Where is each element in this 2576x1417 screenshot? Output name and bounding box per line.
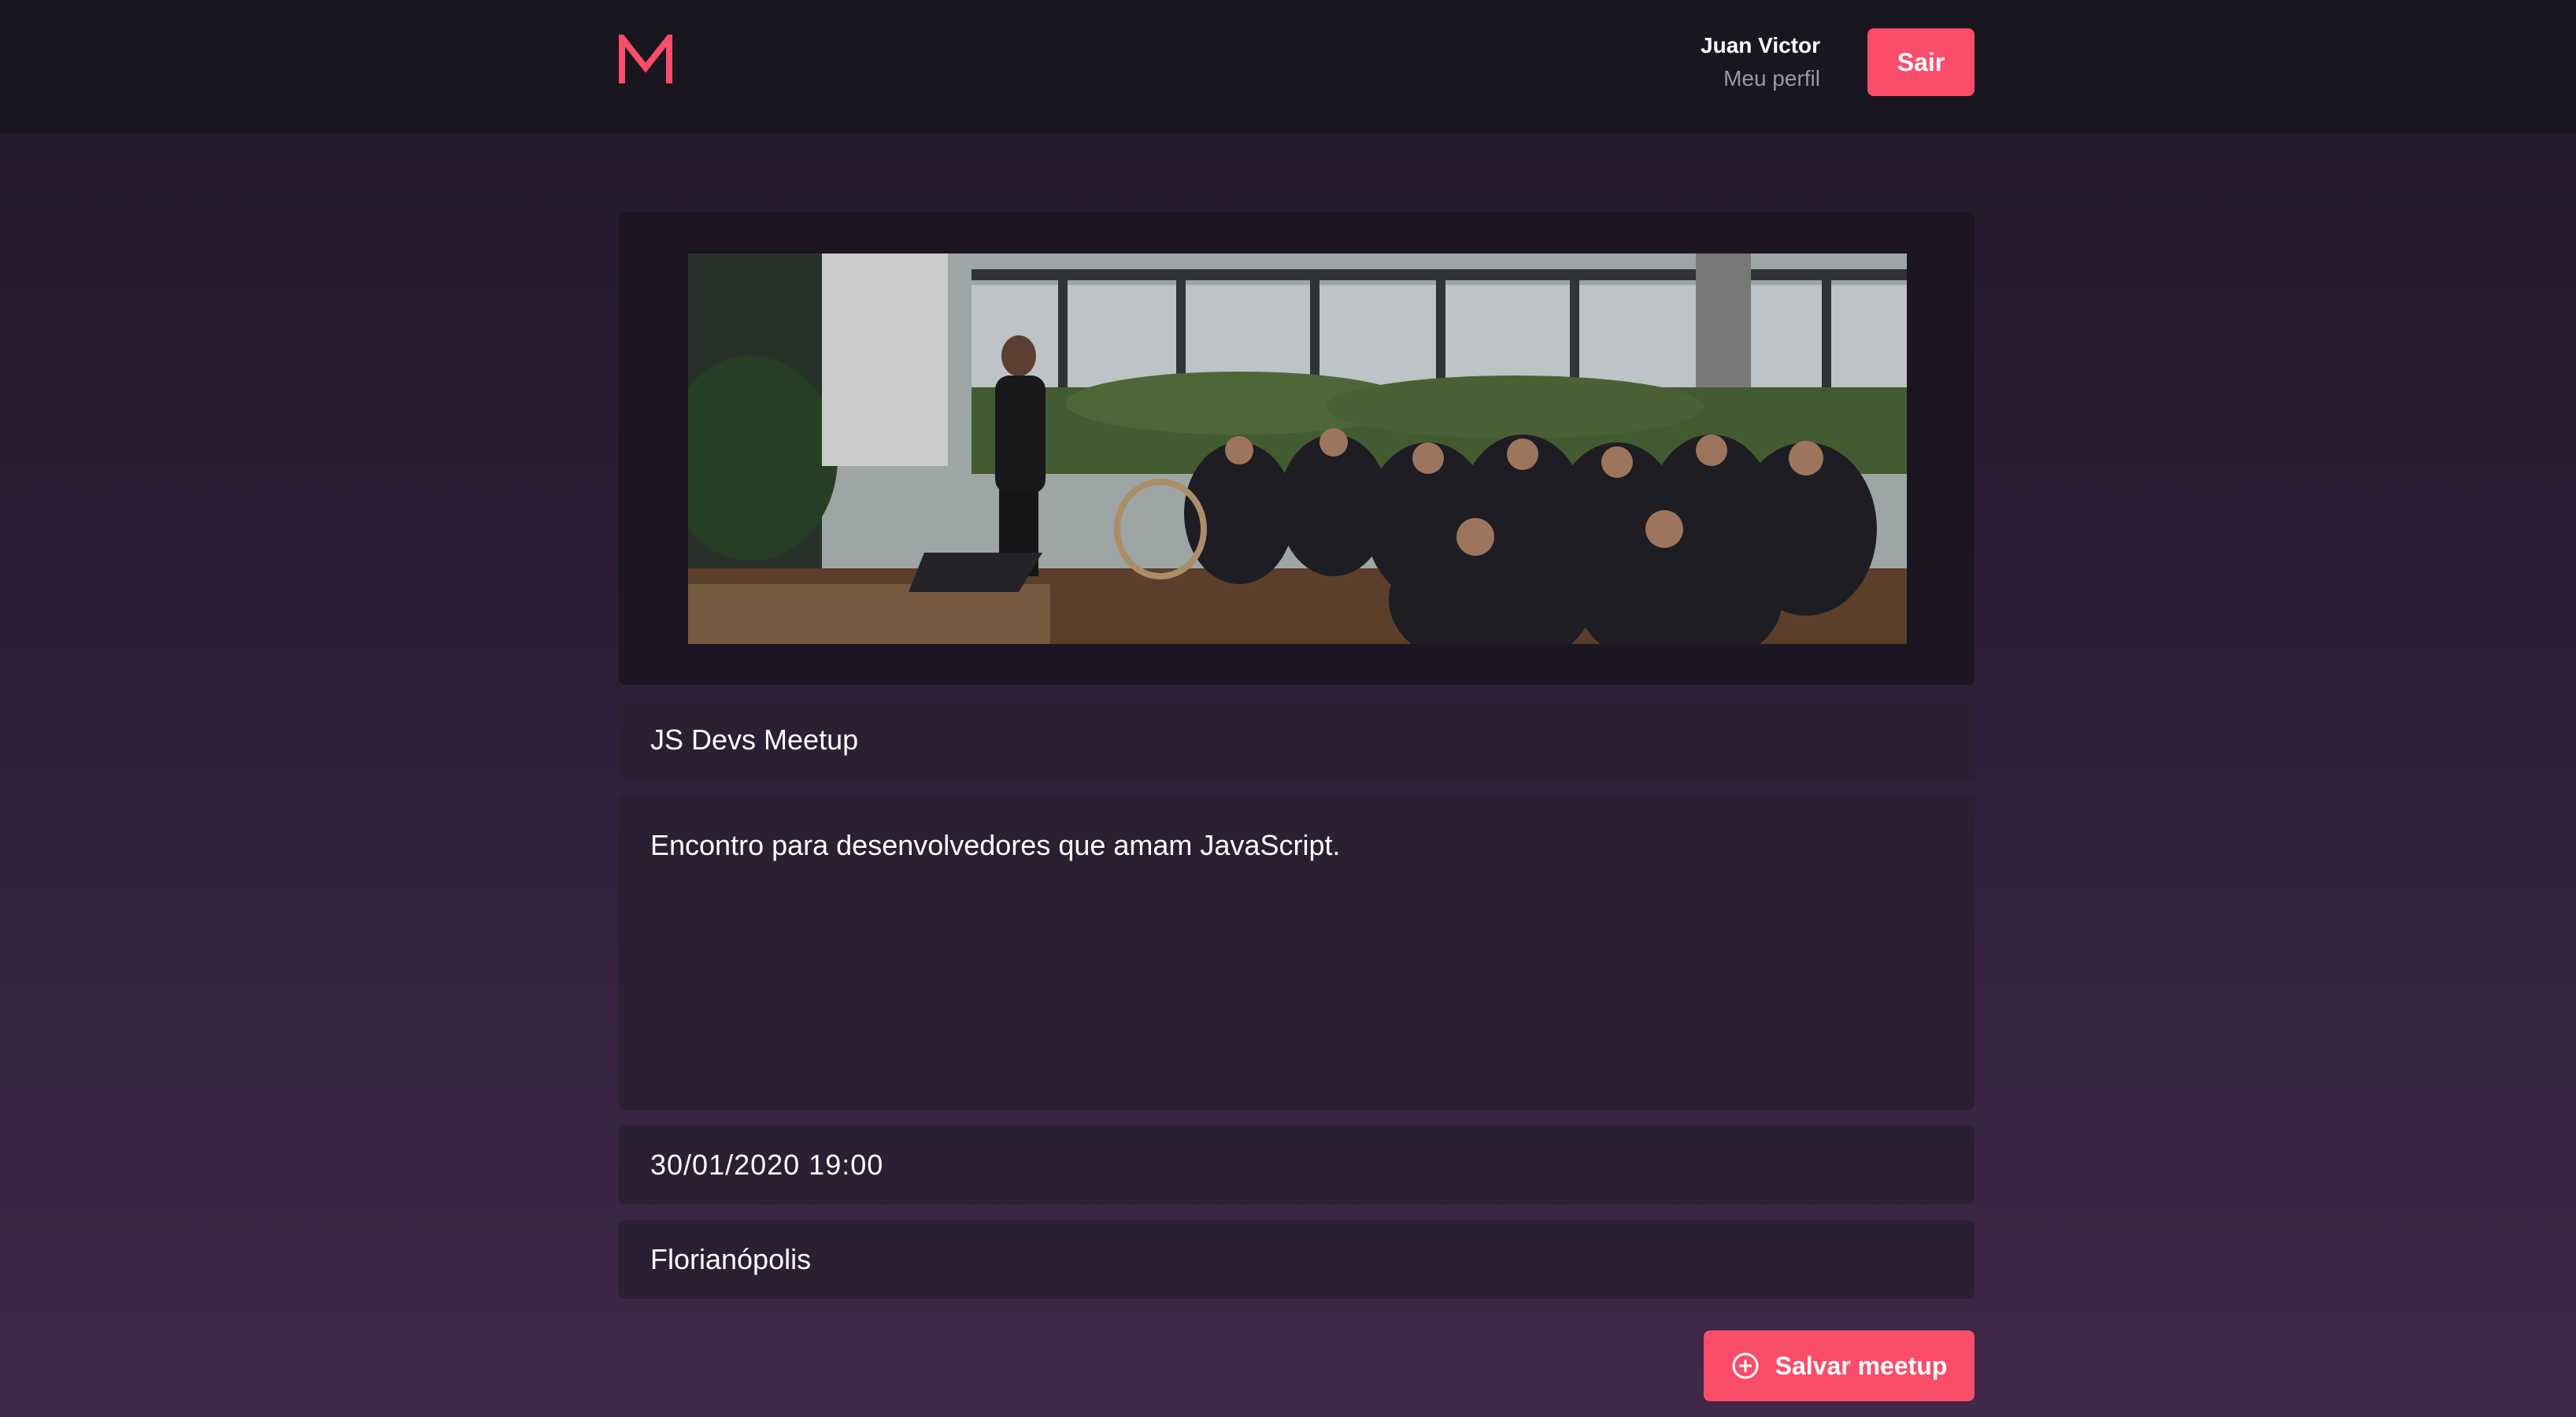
title-input[interactable]: JS Devs Meetup [619, 701, 1975, 779]
banner-upload [619, 213, 1975, 685]
save-meetup-button[interactable]: Salvar meetup [1704, 1330, 1975, 1401]
location-input[interactable]: Florianópolis [619, 1220, 1975, 1299]
banner-image[interactable] [688, 253, 1907, 644]
logout-button[interactable]: Sair [1867, 28, 1975, 96]
add-circle-icon [1732, 1352, 1759, 1379]
save-button-label: Salvar meetup [1775, 1351, 1948, 1380]
app-header: Juan Victor Meu perfil Sair [0, 0, 2576, 134]
description-textarea[interactable]: Encontro para desenvolvedores que amam J… [619, 795, 1975, 1110]
meetapp-logo[interactable] [619, 35, 672, 85]
my-profile-link[interactable]: Meu perfil [1701, 65, 1820, 93]
date-input[interactable]: 30/01/2020 19:00 [619, 1126, 1975, 1204]
user-name: Juan Victor [1701, 33, 1820, 57]
meetup-photo [688, 253, 1907, 644]
profile-info: Juan Victor Meu perfil [1701, 31, 1820, 93]
